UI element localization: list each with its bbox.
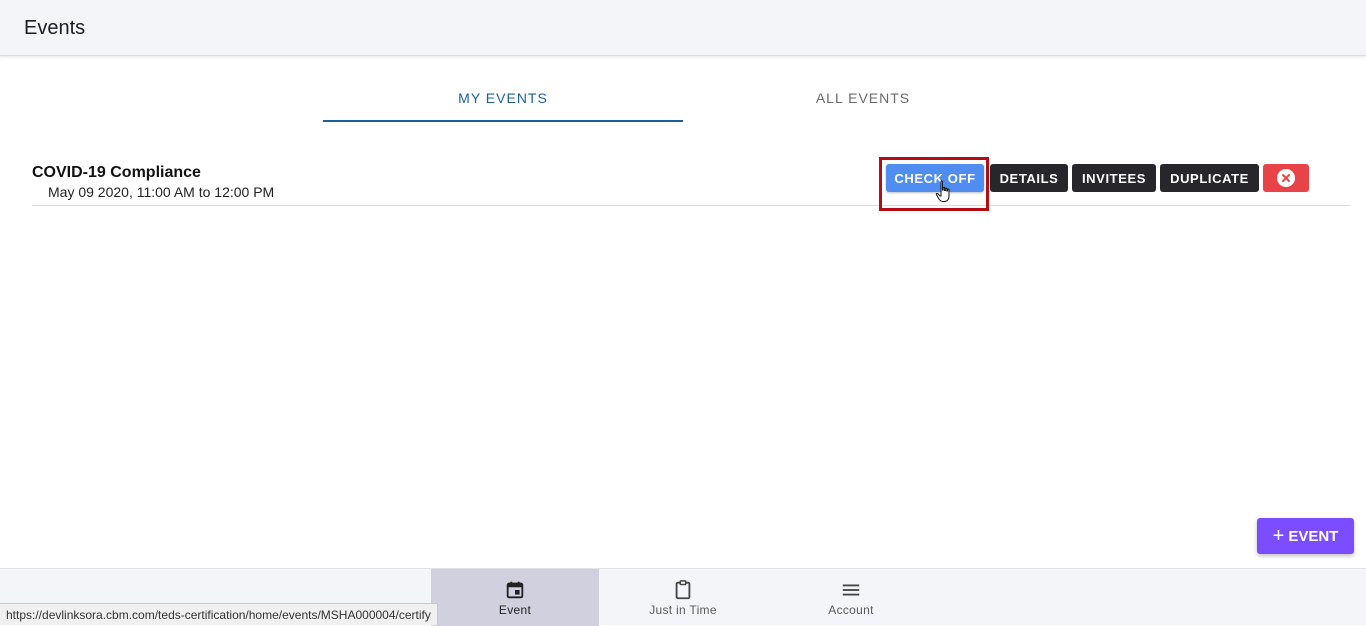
event-list-item: COVID-19 Compliance May 09 2020, 11:00 A… (32, 158, 1350, 206)
details-button[interactable]: DETAILS (990, 164, 1068, 192)
menu-icon (842, 584, 860, 595)
event-title: COVID-19 Compliance (32, 164, 201, 181)
app-bar: Events (0, 0, 1366, 56)
add-event-label: EVENT (1288, 527, 1339, 545)
nav-item-label: Event (498, 602, 532, 617)
clipboard-icon (675, 579, 691, 599)
tab-my-events[interactable]: MY EVENTS (323, 74, 683, 122)
page-title: Events (24, 17, 86, 39)
nav-item-label: Account (828, 602, 874, 617)
nav-item-event[interactable]: Event (431, 569, 599, 626)
calendar-icon (506, 581, 524, 598)
status-bar-url: https://devlinksora.cbm.com/teds-certifi… (0, 603, 438, 625)
nav-item-account[interactable]: Account (767, 569, 935, 626)
plus-icon: + (1272, 525, 1285, 547)
add-event-button[interactable]: + EVENT (1257, 518, 1354, 554)
event-time: May 09 2020, 11:00 AM to 12:00 PM (48, 184, 275, 200)
invitees-button[interactable]: INVITEES (1072, 164, 1156, 192)
close-circle-icon (1277, 169, 1295, 187)
event-tabs: MY EVENTS ALL EVENTS (323, 74, 1043, 122)
nav-item-just-in-time[interactable]: Just in Time (599, 569, 767, 626)
duplicate-button[interactable]: DUPLICATE (1160, 164, 1259, 192)
delete-button[interactable] (1263, 164, 1309, 192)
nav-item-label: Just in Time (649, 602, 717, 617)
tab-all-events[interactable]: ALL EVENTS (683, 74, 1043, 122)
hand-cursor-icon (935, 180, 950, 202)
